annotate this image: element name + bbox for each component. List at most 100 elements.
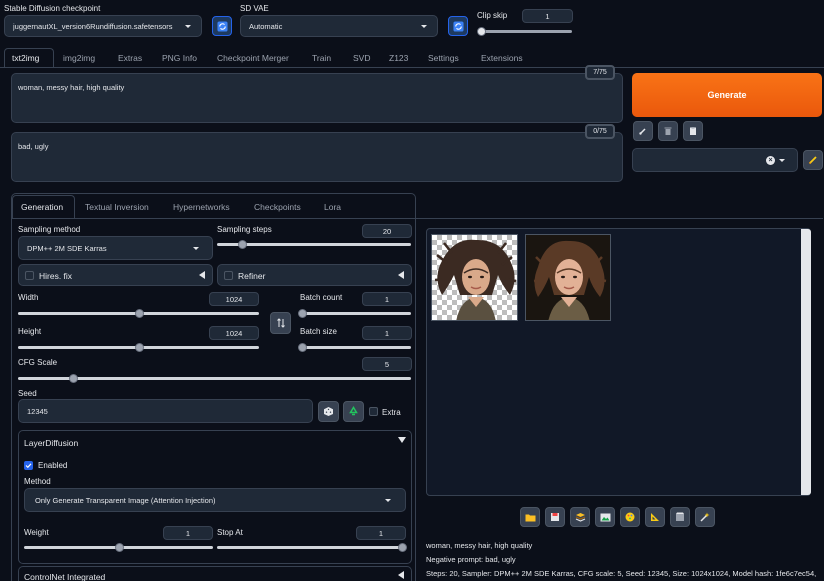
method-select[interactable]: Only Generate Transparent Image (Attenti… xyxy=(24,488,406,512)
batch-size-label: Batch size xyxy=(300,327,337,336)
slider-track[interactable] xyxy=(300,346,411,349)
stop-at-label: Stop At xyxy=(217,528,243,537)
random-seed-button[interactable] xyxy=(318,401,339,422)
slider-thumb[interactable] xyxy=(298,309,308,318)
clear-prompt-button[interactable] xyxy=(658,121,678,141)
tab-img2img[interactable]: img2img xyxy=(63,53,95,63)
output-image-composite[interactable] xyxy=(525,234,611,321)
apply-styles-button[interactable] xyxy=(683,121,703,141)
recycle-icon xyxy=(349,406,358,416)
subtab-hypernetworks[interactable]: Hypernetworks xyxy=(173,202,230,212)
sampling-steps-input[interactable]: 20 xyxy=(362,224,412,238)
sampling-steps-label: Sampling steps xyxy=(217,225,272,234)
vae-select[interactable]: Automatic xyxy=(240,15,438,37)
sampling-steps-slider[interactable] xyxy=(217,238,411,250)
save-icon xyxy=(551,513,559,521)
vae-value: Automatic xyxy=(249,21,283,31)
batch-size-slider[interactable] xyxy=(298,341,411,353)
height-slider[interactable] xyxy=(18,341,259,353)
send-to-svd-icon xyxy=(676,512,684,521)
open-folder-button[interactable] xyxy=(520,507,540,527)
gallery-scrollbar[interactable] xyxy=(801,229,811,495)
hires-fix-checkbox[interactable] xyxy=(25,271,34,280)
subtab-checkpoints[interactable]: Checkpoints xyxy=(254,202,301,212)
negative-prompt-textarea[interactable]: bad, ugly xyxy=(11,132,623,182)
width-input[interactable]: 1024 xyxy=(209,292,259,306)
slider-thumb[interactable] xyxy=(114,543,124,552)
collapse-arrow-icon xyxy=(199,271,205,279)
extra-seed-checkbox[interactable] xyxy=(369,407,378,416)
chevron-down-icon xyxy=(779,159,785,162)
refiner-label: Refiner xyxy=(238,271,266,281)
cfg-scale-slider[interactable] xyxy=(18,372,411,384)
output-image-transparent[interactable] xyxy=(431,234,518,321)
batch-count-input[interactable]: 1 xyxy=(362,292,412,306)
slider-thumb[interactable] xyxy=(69,374,79,383)
batch-count-slider[interactable] xyxy=(298,307,411,319)
clear-icon[interactable]: × xyxy=(766,156,775,165)
slider-thumb[interactable] xyxy=(238,240,248,249)
tab-checkpoint-merger[interactable]: Checkpoint Merger xyxy=(217,53,289,63)
styles-select[interactable]: × xyxy=(632,148,798,172)
read-params-button[interactable] xyxy=(633,121,653,141)
reuse-seed-button[interactable] xyxy=(343,401,364,422)
swap-dimensions-button[interactable] xyxy=(270,312,291,334)
refresh-vae-button[interactable] xyxy=(448,16,468,36)
seed-input[interactable]: 12345 xyxy=(18,399,313,423)
subtab-lora[interactable]: Lora xyxy=(324,202,341,212)
method-label: Method xyxy=(24,477,51,486)
height-input[interactable]: 1024 xyxy=(209,326,259,340)
weight-input[interactable]: 1 xyxy=(163,526,213,540)
slider-thumb[interactable] xyxy=(134,343,144,352)
save-button[interactable] xyxy=(545,507,565,527)
tab-z123[interactable]: Z123 xyxy=(389,53,408,63)
generate-button[interactable]: Generate xyxy=(632,73,822,117)
width-slider[interactable] xyxy=(18,307,259,319)
send-to-svd-button[interactable] xyxy=(670,507,690,527)
slider-thumb[interactable] xyxy=(134,309,144,318)
cfg-scale-input[interactable]: 5 xyxy=(362,357,412,371)
checkmark-icon xyxy=(25,463,32,469)
negative-token-counter: 0/75 xyxy=(585,124,615,139)
weight-slider[interactable] xyxy=(24,541,213,553)
hires-fix-accordion[interactable]: Hires. fix xyxy=(18,264,213,286)
tab-svd[interactable]: SVD xyxy=(353,53,370,63)
clip-skip-slider[interactable] xyxy=(476,25,572,37)
tab-extensions[interactable]: Extensions xyxy=(481,53,523,63)
stop-at-slider[interactable] xyxy=(217,541,408,553)
send-to-extras-button[interactable] xyxy=(645,507,665,527)
clip-skip-input[interactable]: 1 xyxy=(522,9,573,23)
slider-track[interactable] xyxy=(217,546,406,549)
prompt-textarea[interactable]: woman, messy hair, high quality xyxy=(11,73,623,123)
refresh-icon xyxy=(216,20,228,32)
expand-arrow-icon[interactable] xyxy=(398,437,406,443)
slider-thumb[interactable] xyxy=(398,543,408,552)
edit-styles-button[interactable] xyxy=(803,150,823,170)
tab-train[interactable]: Train xyxy=(312,53,331,63)
slider-thumb[interactable] xyxy=(298,343,308,352)
batch-size-input[interactable]: 1 xyxy=(362,326,412,340)
layerdiffusion-enabled-checkbox[interactable] xyxy=(24,461,33,470)
refiner-checkbox[interactable] xyxy=(224,271,233,280)
tab-settings[interactable]: Settings xyxy=(428,53,459,63)
send-to-extras-icon xyxy=(651,513,659,521)
clip-skip-label: Clip skip xyxy=(477,11,508,20)
refiner-accordion[interactable]: Refiner xyxy=(217,264,412,286)
send-to-inpaint-icon xyxy=(625,512,635,522)
tab-png-info[interactable]: PNG Info xyxy=(162,53,197,63)
chevron-down-icon xyxy=(185,25,191,28)
subtab-textual-inversion[interactable]: Textual Inversion xyxy=(85,202,149,212)
send-to-img2img-button[interactable] xyxy=(595,507,615,527)
upscale-button[interactable] xyxy=(695,507,715,527)
height-label: Height xyxy=(18,327,42,336)
send-to-inpaint-button[interactable] xyxy=(620,507,640,527)
refresh-checkpoint-button[interactable] xyxy=(212,16,232,36)
tab-extras[interactable]: Extras xyxy=(118,53,142,63)
slider-track[interactable] xyxy=(300,312,411,315)
layerdiffusion-title[interactable]: LayerDiffusion xyxy=(24,438,78,448)
negative-prompt-text: bad, ugly xyxy=(18,142,49,151)
stop-at-input[interactable]: 1 xyxy=(356,526,406,540)
zip-button[interactable] xyxy=(570,507,590,527)
checkpoint-select[interactable]: juggernautXL_version6Rundiffusion.safete… xyxy=(4,15,202,37)
sampling-method-select[interactable]: DPM++ 2M SDE Karras xyxy=(18,236,213,260)
